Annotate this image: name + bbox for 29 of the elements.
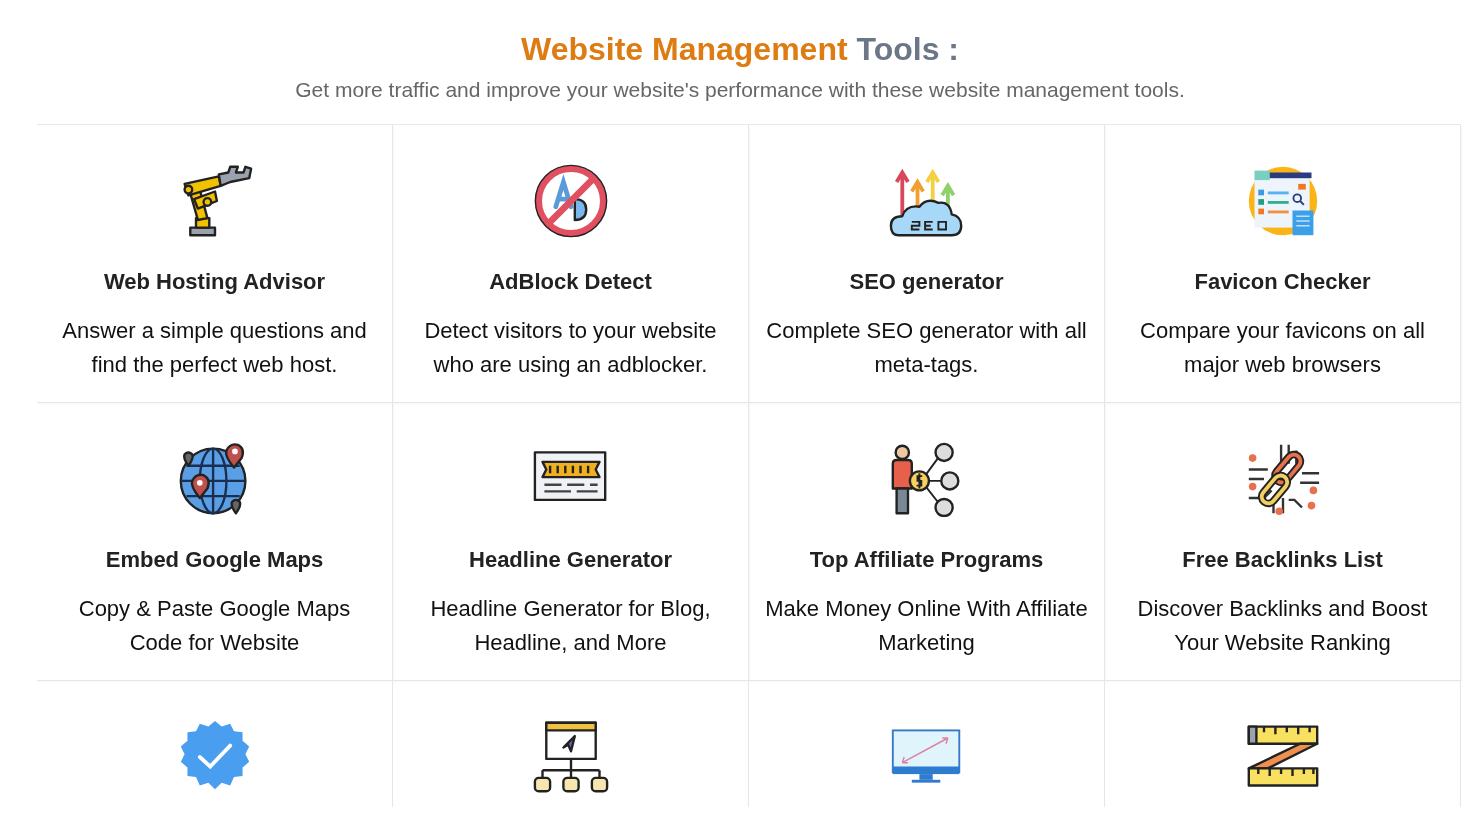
tool-card[interactable]: Embed Google Maps Copy & Paste Google Maps Code for Website xyxy=(37,403,393,681)
tool-card[interactable]: Favicon Checker Compare your favicons on all major web browsers xyxy=(1105,125,1461,403)
tool-card[interactable]: Free Backlinks List Discover Backlinks and Boost Your Website Ranking xyxy=(1105,403,1461,681)
tool-description: Copy & Paste Google Maps Code for Website xyxy=(77,595,352,657)
tool-title: AdBlock Detect xyxy=(489,268,652,296)
tool-description: Headline Generator for Blog, Headline, and More xyxy=(429,595,712,657)
heading-highlight: Website Management xyxy=(521,31,848,67)
tool-title: Web Hosting Advisor xyxy=(103,268,326,296)
tool-card[interactable]: Headline Generator Headline Generator for Blog, Headline, and More xyxy=(393,403,749,681)
tool-title: Top Affiliate Programs xyxy=(809,546,1044,574)
heading-text: Tools : xyxy=(856,31,959,67)
ad-blocked-icon xyxy=(532,163,609,239)
tool-title: SEO generator xyxy=(849,268,1004,296)
sitemap-icon xyxy=(532,719,609,795)
tool-card[interactable]: Top Affiliate Programs Make Money Online With Affiliate Marketing xyxy=(749,403,1105,681)
tool-description: Compare your favicons on all major web browsers xyxy=(1139,317,1426,379)
tool-description: Answer a simple questions and find the perfect web host. xyxy=(61,317,368,379)
tool-title: Embed Google Maps xyxy=(105,546,324,574)
tool-title: Favicon Checker xyxy=(1194,268,1371,296)
tool-description: Complete SEO generator with all meta-tags. xyxy=(765,317,1088,379)
subtitle: Get more traffic and improve your website's performance with these website management tools. xyxy=(294,77,1186,103)
tool-card[interactable]: SEO generator Complete SEO generator with all meta-tags. xyxy=(749,125,1105,403)
tool-description: Detect visitors to your website who are using an adblocker. xyxy=(423,317,718,379)
tool-description: Make Money Online With Affiliate Marketing xyxy=(764,595,1089,657)
tool-title: Headline Generator xyxy=(469,546,672,574)
tool-description: Discover Backlinks and Boost Your Website Ranking xyxy=(1136,595,1429,657)
tool-title: Free Backlinks List xyxy=(1182,546,1383,574)
tool-card[interactable]: Web Hosting Advisor Answer a simple questions and find the perfect web host. xyxy=(37,125,393,403)
tool-card[interactable]: AdBlock Detect Detect visitors to your website who are using an adblocker. xyxy=(393,125,749,403)
